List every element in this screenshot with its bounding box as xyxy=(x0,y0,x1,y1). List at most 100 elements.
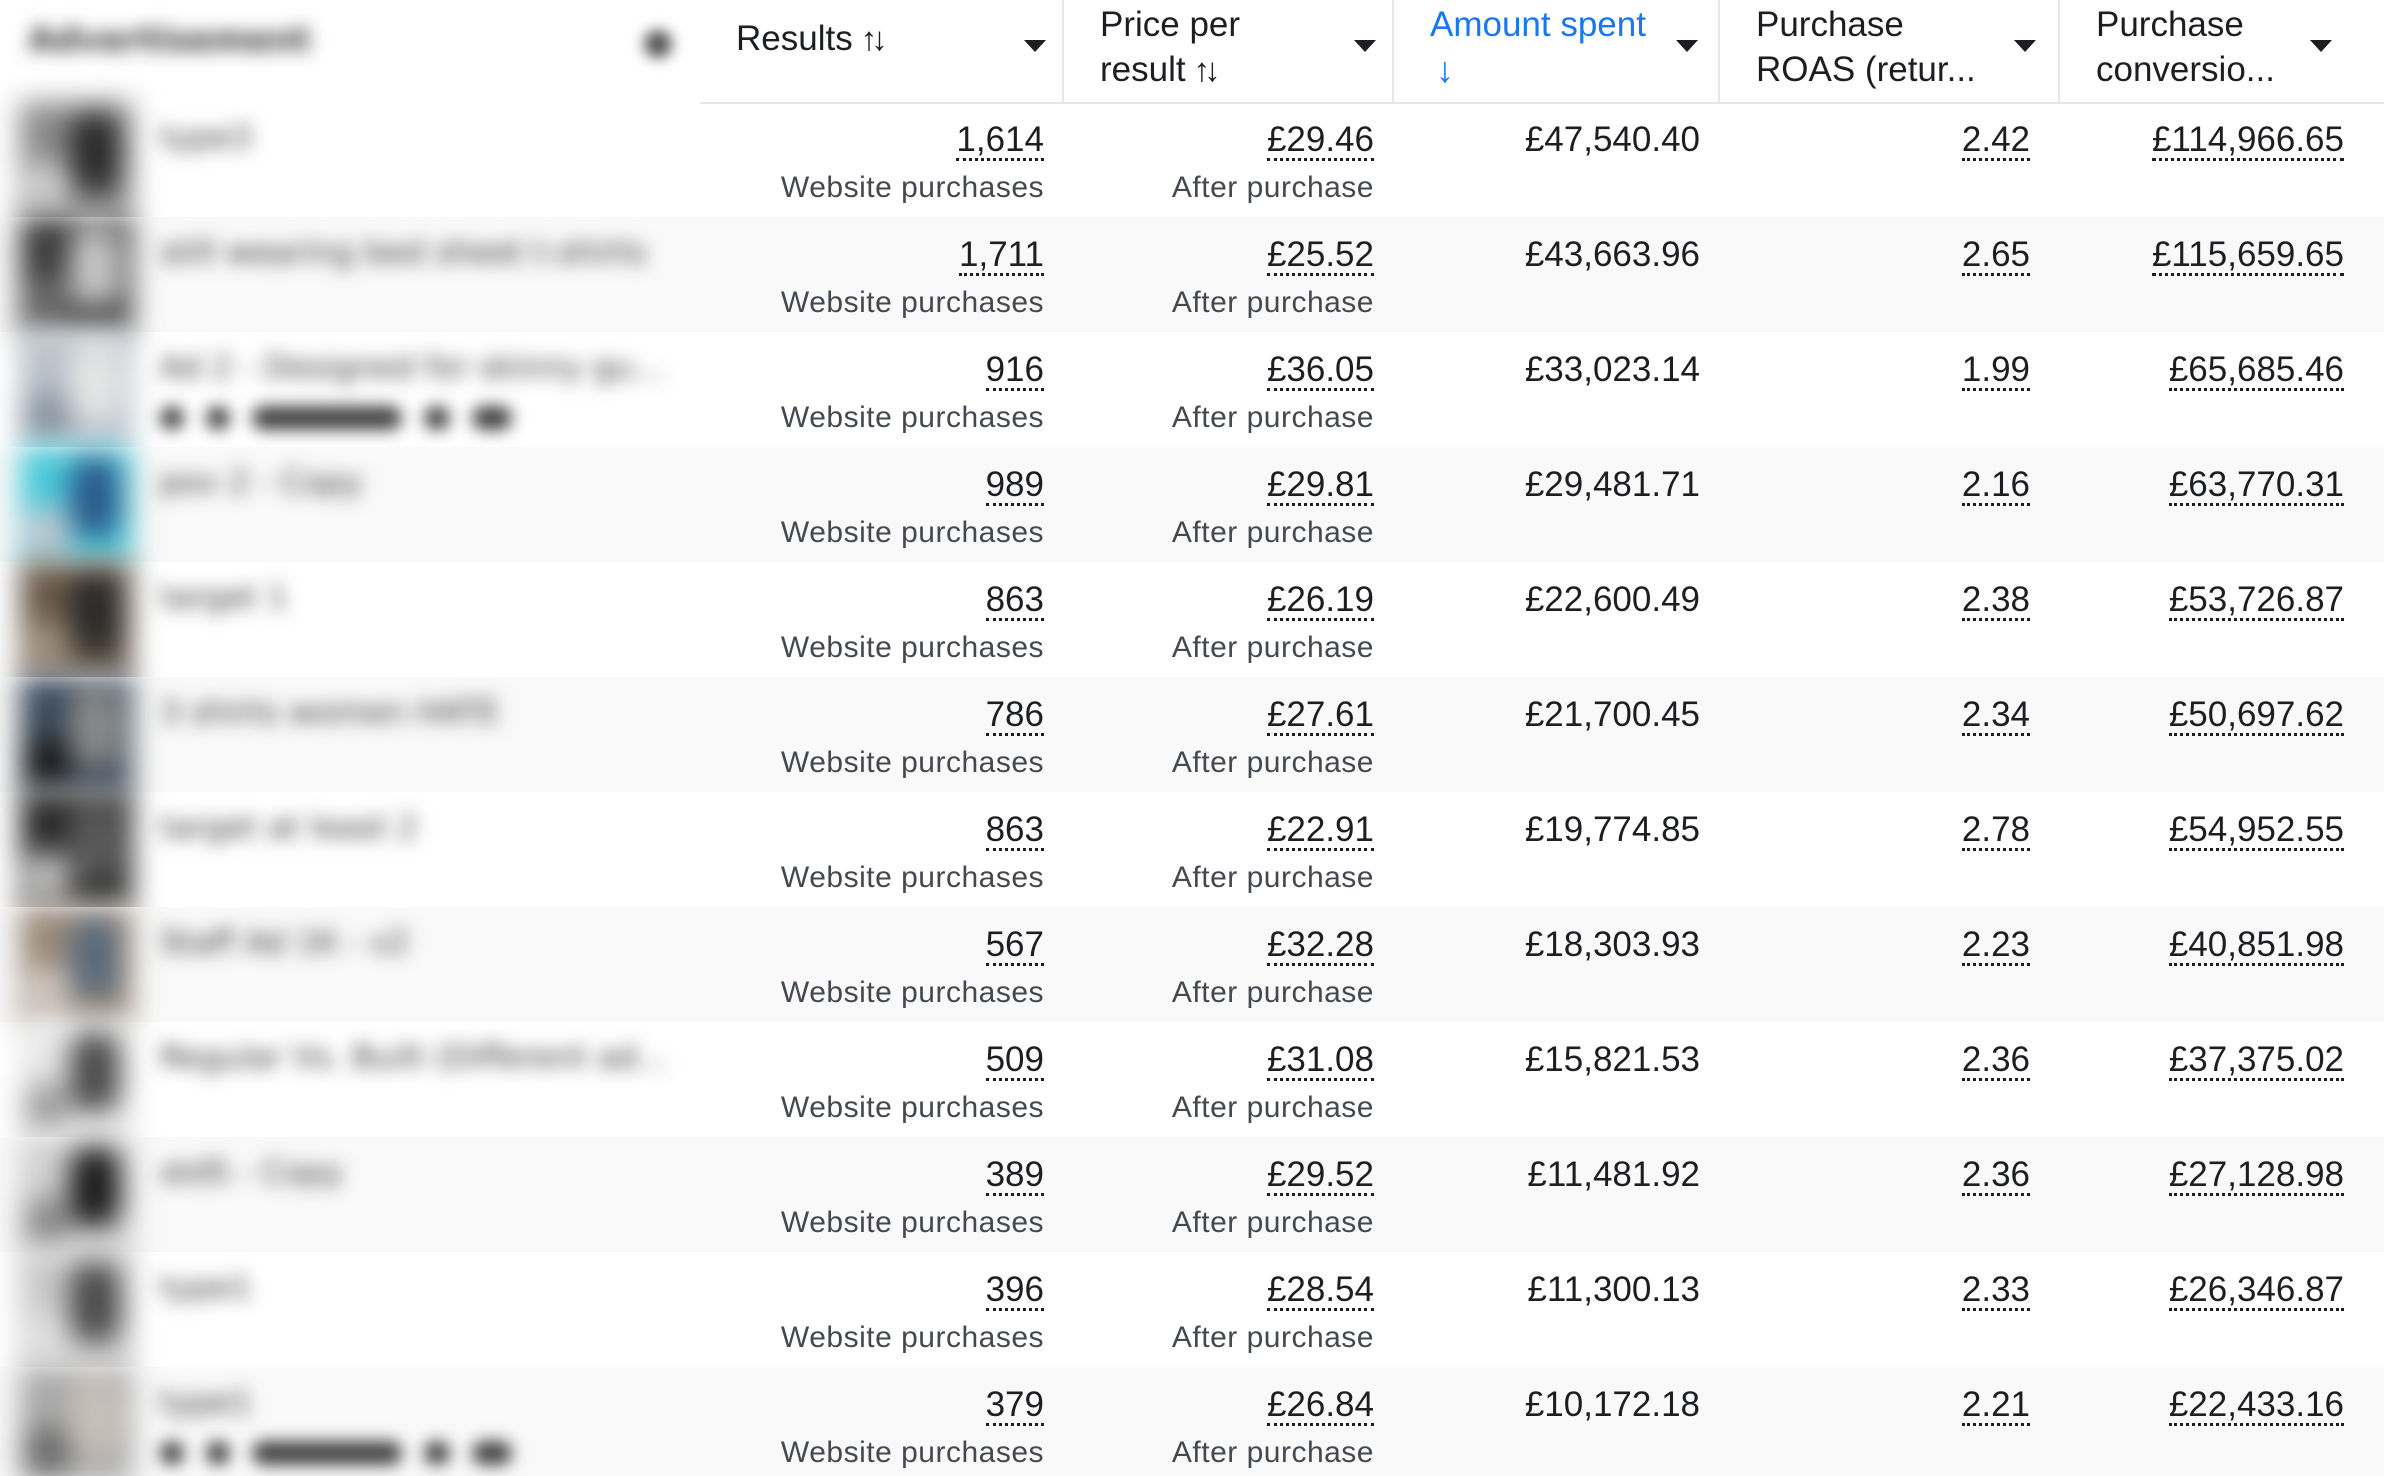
ad-row[interactable]: Staff Ad 1K - v2 xyxy=(0,907,700,1022)
cell-value-conv[interactable]: £27,128.98 xyxy=(2168,1157,2344,1196)
ad-name[interactable]: type3 xyxy=(160,118,252,156)
ad-action-icon[interactable] xyxy=(472,1441,512,1465)
sort-updown-icon[interactable]: ↑↓ xyxy=(1194,47,1221,92)
cell-value-results[interactable]: 989 xyxy=(985,467,1044,506)
ad-row[interactable]: type1 xyxy=(0,1367,700,1476)
ad-name[interactable]: pov 2 - Copy xyxy=(160,463,362,501)
ad-name[interactable]: Regular Vs. Built (Different ad... xyxy=(160,1038,668,1076)
cell-value-results[interactable]: 863 xyxy=(985,812,1044,851)
cell-value-roas[interactable]: 2.36 xyxy=(1961,1042,2030,1081)
ad-name[interactable]: std5 - Copy xyxy=(160,1153,343,1191)
ad-name[interactable]: Staff Ad 1K - v2 xyxy=(160,923,409,961)
ad-name[interactable]: target 1 xyxy=(160,578,288,616)
table-row[interactable]: 863 Website purchases £22.91 After purchase… xyxy=(700,792,2384,907)
ad-action-icon[interactable] xyxy=(252,1441,402,1465)
table-row[interactable]: 863 Website purchases £26.19 After purchase… xyxy=(700,562,2384,677)
column-header-purchase-roas[interactable]: Purchase ROAS (retur... xyxy=(1720,0,2060,102)
ad-name[interactable]: type1 xyxy=(160,1268,252,1306)
cell-value-conv[interactable]: £54,952.55 xyxy=(2168,812,2344,851)
caret-down-icon[interactable] xyxy=(2014,40,2036,52)
table-row[interactable]: 379 Website purchases £26.84 After purchase… xyxy=(700,1367,2384,1476)
ad-action-icon[interactable] xyxy=(206,406,230,430)
column-header-price-per-result[interactable]: Price per result ↑↓ xyxy=(1064,0,1394,102)
cell-value-price[interactable]: £29.52 xyxy=(1266,1157,1374,1196)
ad-action-icon[interactable] xyxy=(206,1441,230,1465)
cell-value-roas[interactable]: 2.34 xyxy=(1961,697,2030,736)
cell-value-results[interactable]: 567 xyxy=(985,927,1044,966)
cell-value-price[interactable]: £22.91 xyxy=(1266,812,1374,851)
table-row[interactable]: 509 Website purchases £31.08 After purchase… xyxy=(700,1022,2384,1137)
ad-row[interactable]: target 1 xyxy=(0,562,700,677)
ad-thumbnail[interactable] xyxy=(20,562,132,677)
cell-value-conv[interactable]: £114,966.65 xyxy=(2151,122,2344,161)
ad-row[interactable]: Regular Vs. Built (Different ad... xyxy=(0,1022,700,1137)
ad-row[interactable]: 3 shirts women HATE xyxy=(0,677,700,792)
ad-name[interactable]: still wearing bed sheet t-shirts xyxy=(160,233,646,271)
ad-row[interactable]: type1 xyxy=(0,1252,700,1367)
cell-value-conv[interactable]: £50,697.62 xyxy=(2168,697,2344,736)
ad-row[interactable]: Ad 2 - Designed for skinny gu... xyxy=(0,332,700,447)
ad-action-icon[interactable] xyxy=(160,406,184,430)
table-row[interactable]: 916 Website purchases £36.05 After purchase… xyxy=(700,332,2384,447)
ad-action-icon[interactable] xyxy=(252,406,402,430)
cell-value-conv[interactable]: £22,433.16 xyxy=(2168,1387,2344,1426)
ad-thumbnail[interactable] xyxy=(20,1252,132,1367)
ad-name[interactable]: type1 xyxy=(160,1383,252,1421)
settings-icon[interactable] xyxy=(644,30,672,58)
cell-value-results[interactable]: 509 xyxy=(985,1042,1044,1081)
cell-value-conv[interactable]: £26,346.87 xyxy=(2168,1272,2344,1311)
ad-column-header[interactable]: Advertisement xyxy=(0,0,700,100)
cell-value-roas[interactable]: 2.65 xyxy=(1961,237,2030,276)
ad-thumbnail[interactable] xyxy=(20,677,132,792)
cell-value-price[interactable]: £25.52 xyxy=(1266,237,1374,276)
ad-row-actions[interactable] xyxy=(160,406,512,430)
table-row[interactable]: 786 Website purchases £27.61 After purchase… xyxy=(700,677,2384,792)
ad-thumbnail[interactable] xyxy=(20,1137,132,1252)
sort-down-icon[interactable]: ↓ xyxy=(1436,47,1646,92)
ad-thumbnail[interactable] xyxy=(20,102,132,217)
caret-down-icon[interactable] xyxy=(1676,40,1698,52)
ad-thumbnail[interactable] xyxy=(20,1022,132,1137)
cell-value-price[interactable]: £26.19 xyxy=(1266,582,1374,621)
caret-down-icon[interactable] xyxy=(2310,40,2332,52)
cell-value-roas[interactable]: 2.78 xyxy=(1961,812,2030,851)
cell-value-conv[interactable]: £53,726.87 xyxy=(2168,582,2344,621)
cell-value-price[interactable]: £32.28 xyxy=(1266,927,1374,966)
cell-value-price[interactable]: £29.46 xyxy=(1266,122,1374,161)
cell-value-roas[interactable]: 2.23 xyxy=(1961,927,2030,966)
cell-value-price[interactable]: £29.81 xyxy=(1266,467,1374,506)
cell-value-roas[interactable]: 2.33 xyxy=(1961,1272,2030,1311)
table-row[interactable]: 1,614 Website purchases £29.46 After purcha… xyxy=(700,102,2384,217)
cell-value-roas[interactable]: 2.16 xyxy=(1961,467,2030,506)
cell-value-results[interactable]: 863 xyxy=(985,582,1044,621)
table-row[interactable]: 1,711 Website purchases £25.52 After purcha… xyxy=(700,217,2384,332)
column-header-purchase-conversion[interactable]: Purchase conversio... xyxy=(2060,0,2384,102)
cell-value-conv[interactable]: £63,770.31 xyxy=(2168,467,2344,506)
table-row[interactable]: 389 Website purchases £29.52 After purchase… xyxy=(700,1137,2384,1252)
cell-value-price[interactable]: £26.84 xyxy=(1266,1387,1374,1426)
ad-name[interactable]: target at least 2 xyxy=(160,808,418,846)
ad-action-icon[interactable] xyxy=(472,406,512,430)
cell-value-roas[interactable]: 2.42 xyxy=(1961,122,2030,161)
ad-row-actions[interactable] xyxy=(160,1441,512,1465)
sort-updown-icon[interactable]: ↑↓ xyxy=(861,16,888,61)
cell-value-roas[interactable]: 2.21 xyxy=(1961,1387,2030,1426)
cell-value-results[interactable]: 786 xyxy=(985,697,1044,736)
cell-value-results[interactable]: 1,711 xyxy=(959,237,1044,276)
ad-name[interactable]: 3 shirts women HATE xyxy=(160,693,499,731)
ad-thumbnail[interactable] xyxy=(20,217,132,332)
table-row[interactable]: 396 Website purchases £28.54 After purchase… xyxy=(700,1252,2384,1367)
ad-row[interactable]: still wearing bed sheet t-shirts xyxy=(0,217,700,332)
cell-value-conv[interactable]: £40,851.98 xyxy=(2168,927,2344,966)
cell-value-price[interactable]: £31.08 xyxy=(1266,1042,1374,1081)
cell-value-price[interactable]: £27.61 xyxy=(1266,697,1374,736)
ad-thumbnail[interactable] xyxy=(20,1367,132,1476)
cell-value-conv[interactable]: £37,375.02 xyxy=(2168,1042,2344,1081)
caret-down-icon[interactable] xyxy=(1024,40,1046,52)
cell-value-price[interactable]: £28.54 xyxy=(1266,1272,1374,1311)
cell-value-results[interactable]: 916 xyxy=(985,352,1044,391)
ad-row[interactable]: type3 xyxy=(0,102,700,217)
ad-thumbnail[interactable] xyxy=(20,907,132,1022)
cell-value-roas[interactable]: 1.99 xyxy=(1961,352,2030,391)
cell-value-results[interactable]: 396 xyxy=(985,1272,1044,1311)
